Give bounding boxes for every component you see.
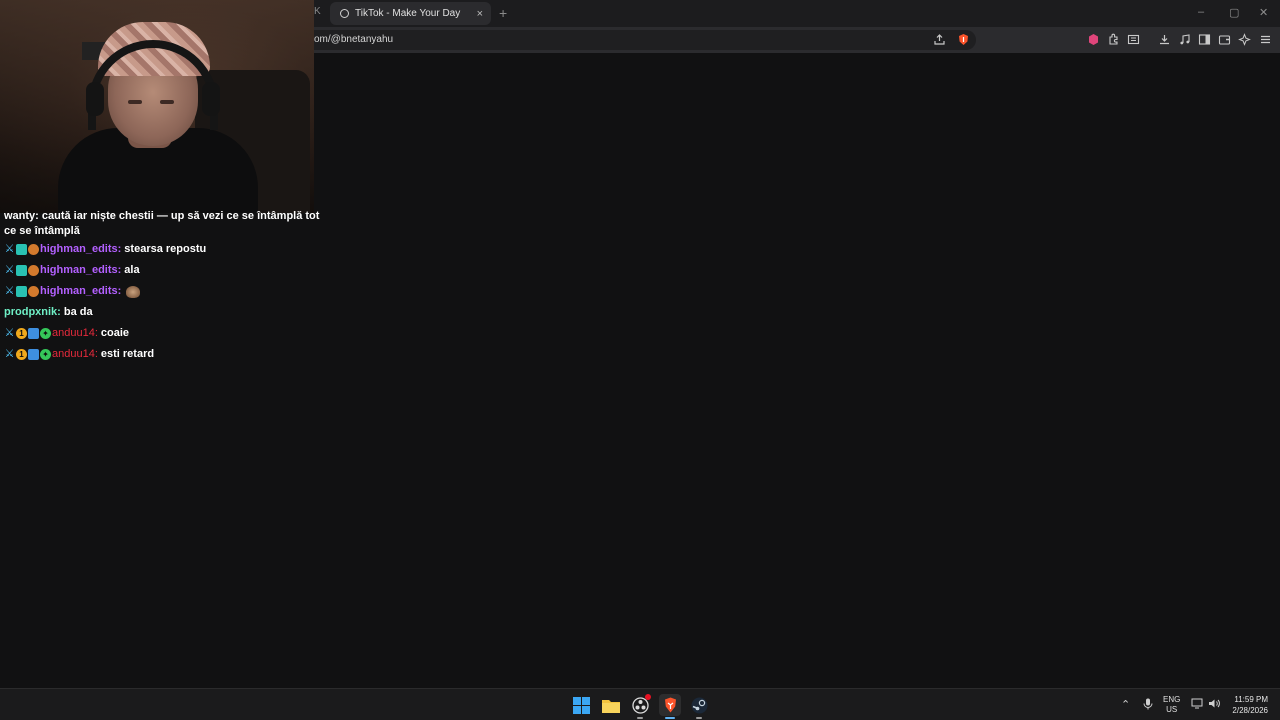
chat-badge-cube-icon — [28, 328, 39, 339]
chat-badge-tealgrid-icon — [16, 244, 27, 255]
chat-text: esti retard — [100, 348, 155, 360]
chat-message: ⚔ 1 ✦ anduu14: esti retard — [4, 344, 344, 365]
chat-badge-sword-icon: ⚔ — [4, 327, 15, 339]
wallet-icon[interactable] — [1218, 33, 1231, 46]
region-code: US — [1166, 705, 1178, 714]
brave-rewards-icon[interactable] — [1087, 33, 1100, 46]
download-icon[interactable] — [1158, 33, 1171, 46]
file-explorer-button[interactable] — [600, 694, 622, 716]
restore-button[interactable]: ▢ — [1229, 6, 1239, 19]
chat-badge-star-icon: ✦ — [40, 328, 51, 339]
chat-message: ⚔ highman_edits: ala — [4, 260, 344, 281]
chat-text: ala — [124, 264, 140, 276]
volume-icon[interactable] — [1208, 698, 1221, 712]
chat-username[interactable]: anduu14: — [52, 326, 98, 341]
chat-badge-tealgrid-icon — [16, 265, 27, 276]
chat-partial-message: wanty: caută iar niște chestii — up să v… — [4, 209, 344, 239]
url-text[interactable]: om/@bnetanyahu — [314, 34, 393, 45]
reader-mode-icon[interactable] — [1127, 33, 1140, 46]
running-indicator — [696, 717, 702, 719]
leo-ai-icon[interactable] — [1238, 33, 1251, 46]
chat-partial-line-2: ce se întâmplă — [4, 225, 80, 237]
chat-badge-bear-icon — [28, 286, 39, 297]
extensions-icon[interactable] — [1107, 33, 1120, 46]
stream-chat-overlay: wanty: caută iar niște chestii — up să v… — [4, 209, 344, 365]
brave-lion-icon — [664, 697, 676, 713]
sidebar-icon[interactable] — [1198, 33, 1211, 46]
chat-text: ba da — [63, 306, 93, 318]
chat-badge-sword-icon: ⚔ — [4, 264, 15, 276]
windows-taskbar: ⌃ ENG US 11:59 PM 2/28/2026 — [0, 688, 1280, 720]
clock-time: 11:59 PM — [1234, 695, 1268, 704]
new-tab-button[interactable]: + — [499, 5, 507, 21]
chat-message: ⚔ highman_edits: — [4, 281, 344, 302]
chat-badge-one-icon: 1 — [16, 328, 27, 339]
share-icon[interactable] — [933, 33, 946, 46]
menu-icon[interactable] — [1259, 33, 1272, 46]
chat-badge-sword-icon: ⚔ — [4, 348, 15, 360]
steam-button[interactable] — [688, 694, 710, 719]
chat-badge-sword-icon: ⚔ — [4, 285, 15, 297]
chat-username[interactable]: highman_edits: — [40, 263, 121, 278]
chat-username[interactable]: anduu14: — [52, 347, 98, 362]
chat-badge-cube-icon — [28, 349, 39, 360]
system-clock[interactable]: 11:59 PM 2/28/2026 — [1232, 694, 1268, 716]
chat-badge-star-icon: ✦ — [40, 349, 51, 360]
previous-tab-fragment[interactable]: K — [314, 6, 322, 17]
start-button[interactable] — [570, 694, 592, 716]
active-indicator — [665, 717, 675, 719]
running-indicator — [637, 717, 643, 719]
tab-title: TikTok - Make Your Day — [355, 8, 461, 19]
windows-logo-icon — [572, 696, 590, 714]
chat-badge-one-icon: 1 — [16, 349, 27, 360]
chat-text: stearsa repostu — [124, 243, 207, 255]
address-bar[interactable]: om/@bnetanyahu — [300, 30, 976, 50]
obs-studio-button[interactable] — [629, 694, 651, 719]
brave-shields-icon[interactable] — [957, 33, 970, 46]
close-window-button[interactable]: ✕ — [1259, 6, 1268, 19]
globe-icon — [340, 9, 349, 18]
chat-text: coaie — [100, 327, 130, 339]
minimize-button[interactable]: – — [1198, 6, 1204, 18]
chat-message: ⚔ highman_edits: stearsa repostu — [4, 239, 344, 260]
tab-tiktok[interactable]: TikTok - Make Your Day × — [330, 2, 491, 25]
media-icon[interactable] — [1178, 33, 1191, 46]
chat-badge-sword-icon: ⚔ — [4, 243, 15, 255]
chat-emote-icon — [126, 285, 141, 298]
chat-message: ⚔ 1 ✦ anduu14: coaie — [4, 323, 344, 344]
microphone-icon[interactable] — [1143, 698, 1153, 713]
show-hidden-icons-chevron-icon[interactable]: ⌃ — [1121, 698, 1130, 711]
language-code: ENG — [1163, 695, 1181, 704]
brave-browser-button[interactable] — [659, 694, 681, 719]
folder-icon — [602, 699, 620, 713]
notification-dot — [645, 694, 651, 700]
webcam-headset-earcup — [86, 82, 104, 116]
chat-username[interactable]: highman_edits: — [40, 284, 121, 299]
chat-badge-tealgrid-icon — [16, 286, 27, 297]
network-icon[interactable] — [1191, 698, 1203, 712]
webcam-overlay — [0, 0, 314, 213]
chat-message-list: ⚔ highman_edits: stearsa repostu ⚔ highman_e… — [4, 239, 344, 365]
chat-username[interactable]: highman_edits: — [40, 242, 121, 257]
close-tab-button[interactable]: × — [477, 8, 483, 20]
chat-partial-line-1: wanty: caută iar niște chestii — up să v… — [4, 210, 320, 222]
clock-date: 2/28/2026 — [1232, 706, 1268, 715]
chat-badge-bear-icon — [28, 265, 39, 276]
steam-icon — [691, 697, 707, 713]
chat-message: prodpxnik: ba da — [4, 302, 344, 323]
chat-username[interactable]: prodpxnik: — [4, 305, 61, 320]
language-indicator[interactable]: ENG US — [1163, 695, 1180, 715]
webcam-headset-earcup — [202, 82, 220, 116]
chat-badge-bear-icon — [28, 244, 39, 255]
